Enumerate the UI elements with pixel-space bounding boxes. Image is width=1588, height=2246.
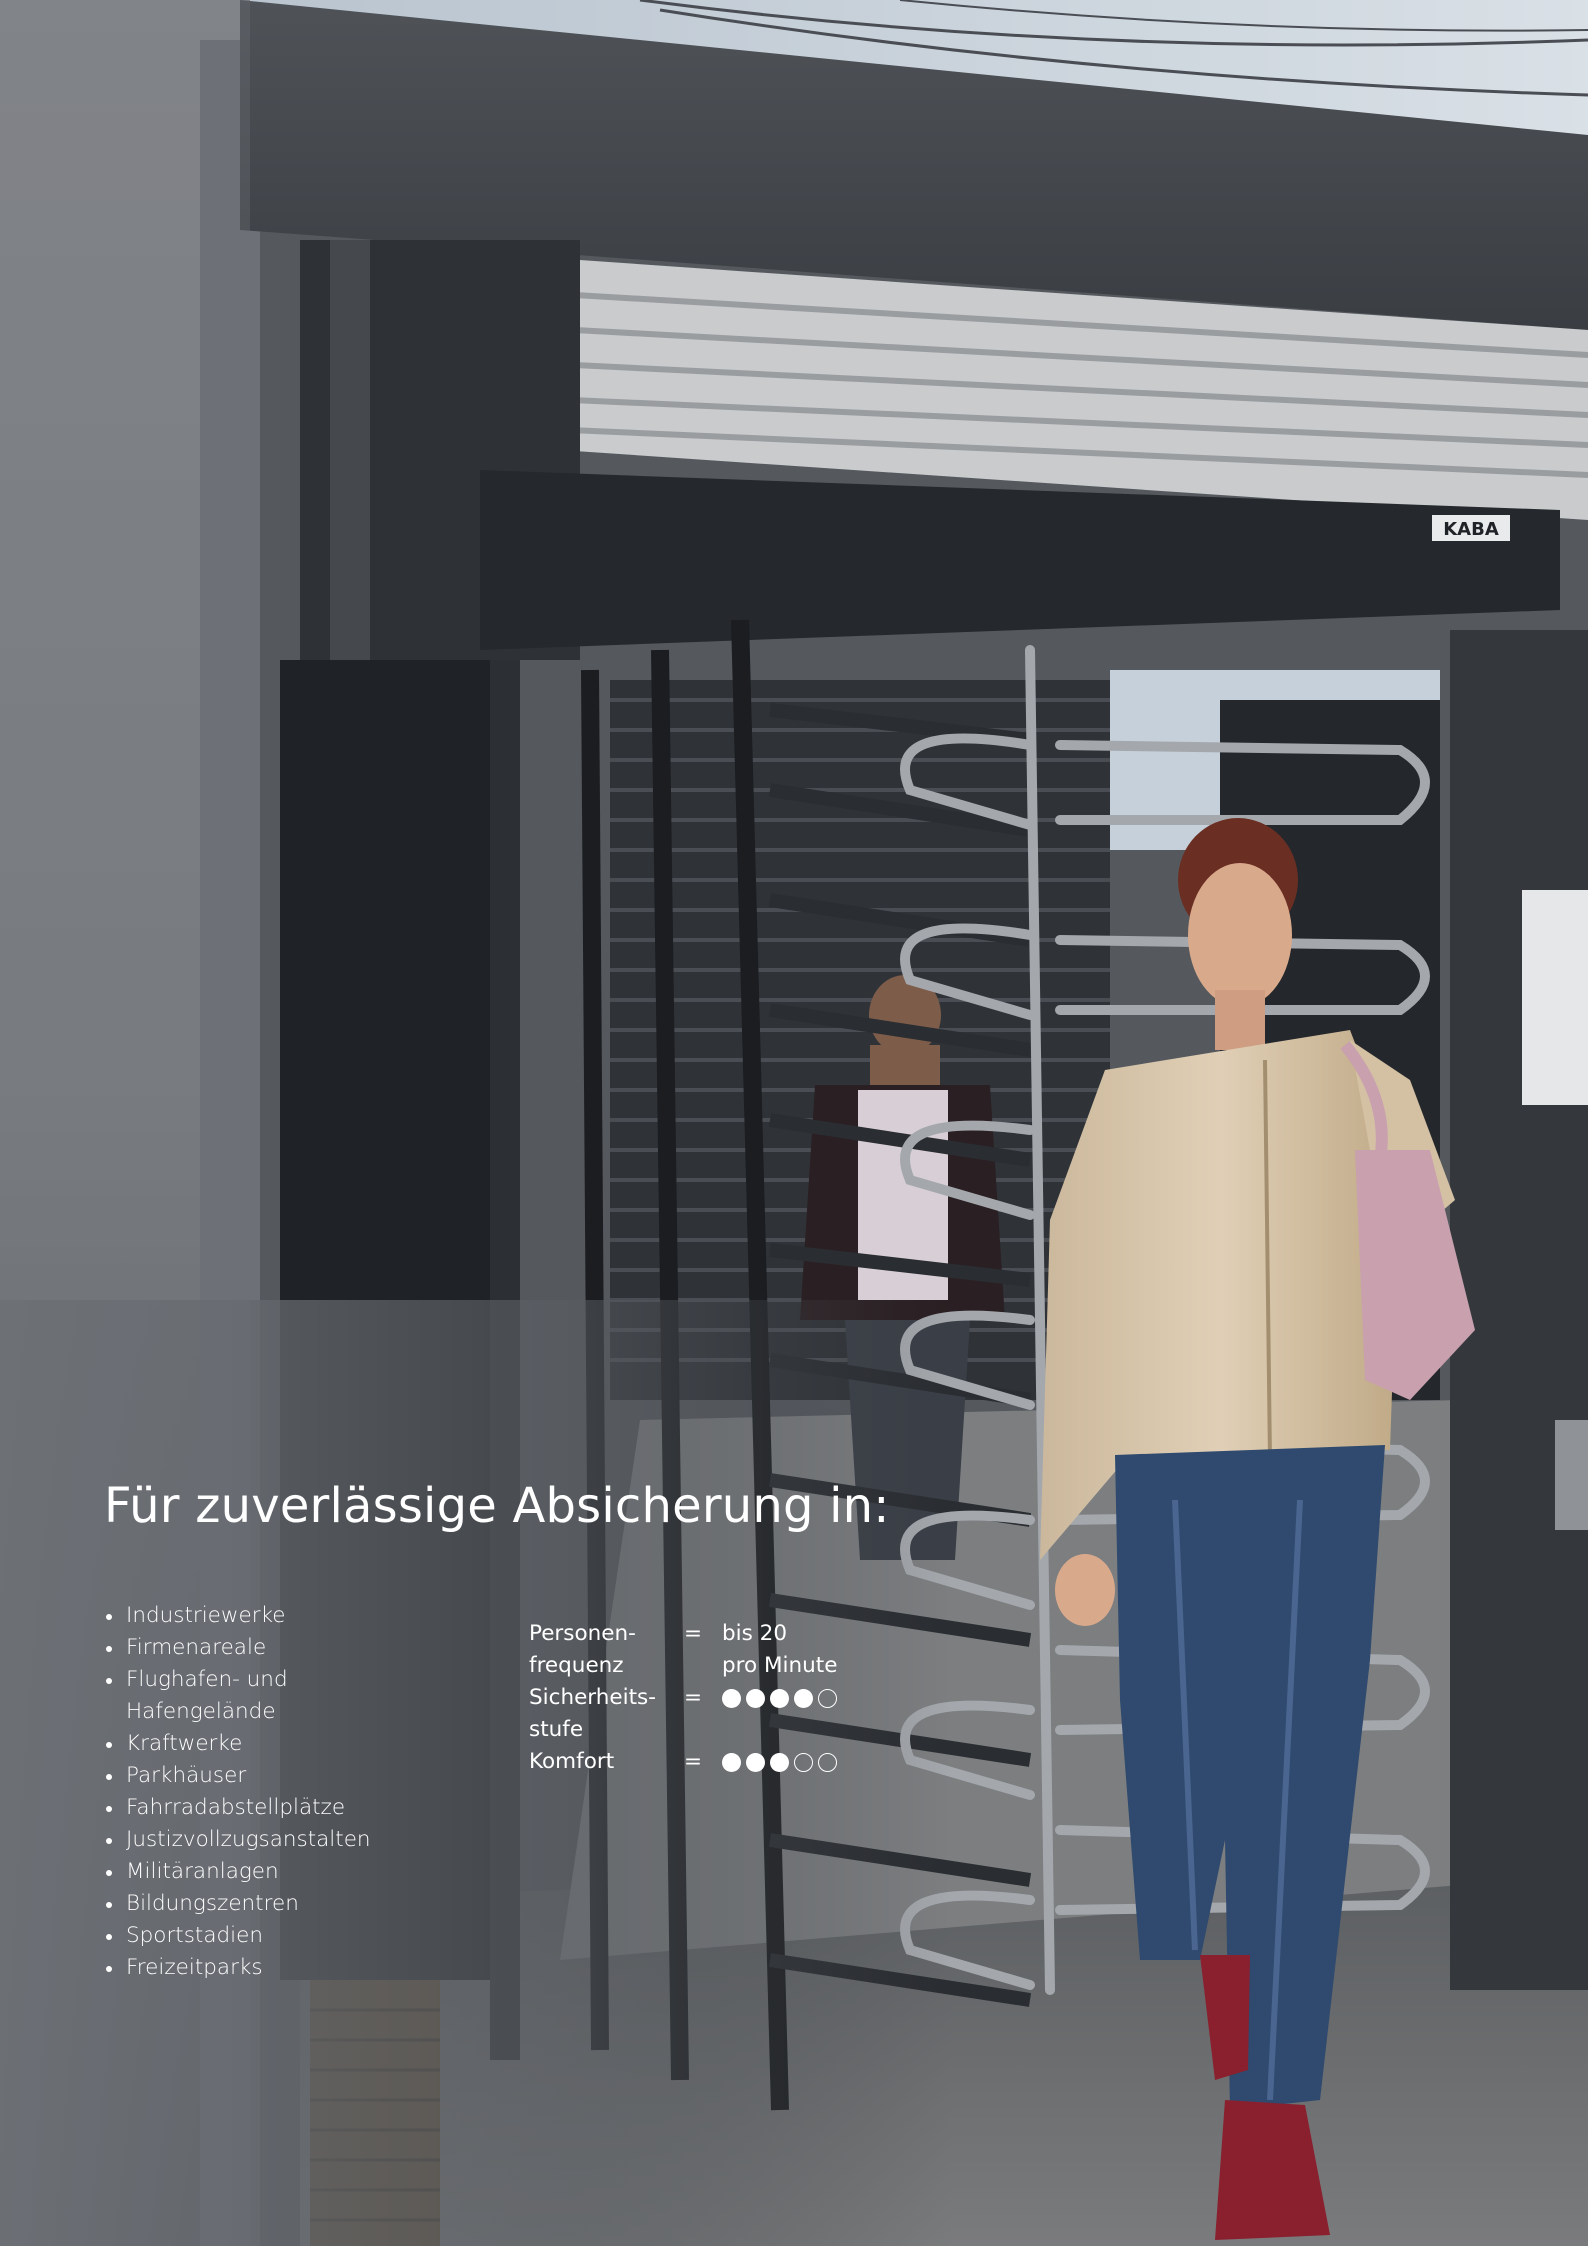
filled-dot-icon <box>746 1752 765 1772</box>
filled-dot-icon <box>722 1688 741 1708</box>
equals-sign: = <box>684 1749 703 1774</box>
list-item: Firmenareale <box>104 1632 371 1664</box>
list-item: Industriewerke <box>104 1600 371 1632</box>
headline: Für zuverlässige Absicherung in: <box>104 1478 890 1534</box>
spec-value-frequency: bis 20 pro Minute <box>722 1621 838 1678</box>
list-item: Flughafen- und Hafengelände <box>104 1664 371 1728</box>
list-item: Sportstadien <box>104 1920 371 1952</box>
spec-table: Personen- frequenz = bis 20 pro Minute S… <box>529 1618 837 1778</box>
list-item: Freizeitparks <box>104 1952 371 1984</box>
security-rating <box>722 1682 837 1714</box>
filled-dot-icon <box>746 1688 765 1708</box>
spec-row-frequency: Personen- frequenz = bis 20 pro Minute <box>529 1618 837 1682</box>
spec-label-frequency: Personen- frequenz <box>529 1621 636 1678</box>
empty-dot-icon <box>794 1752 813 1772</box>
filled-dot-icon <box>722 1752 741 1772</box>
text-overlay: Für zuverlässige Absicherung in: Industr… <box>0 0 1588 2246</box>
list-item: Parkhäuser <box>104 1760 371 1792</box>
list-item: Fahrradabstellplätze <box>104 1792 371 1824</box>
list-item: Bildungszentren <box>104 1888 371 1920</box>
list-item: Kraftwerke <box>104 1728 371 1760</box>
filled-dot-icon <box>770 1688 789 1708</box>
spec-row-security: Sicherheits- stufe = <box>529 1682 837 1746</box>
list-item: Militäranlagen <box>104 1856 371 1888</box>
filled-dot-icon <box>794 1688 813 1708</box>
list-item: Justizvollzugsanstalten <box>104 1824 371 1856</box>
empty-dot-icon <box>818 1752 837 1772</box>
application-list: Industriewerke Firmenareale Flughafen- und… <box>104 1600 371 1984</box>
spec-label-comfort: Komfort <box>529 1749 615 1774</box>
filled-dot-icon <box>770 1752 789 1772</box>
spec-label-security: Sicherheits- stufe <box>529 1685 656 1742</box>
spec-row-comfort: Komfort = <box>529 1746 837 1778</box>
comfort-rating <box>722 1746 837 1778</box>
equals-sign: = <box>684 1685 703 1710</box>
equals-sign: = <box>684 1621 703 1646</box>
empty-dot-icon <box>818 1688 837 1708</box>
